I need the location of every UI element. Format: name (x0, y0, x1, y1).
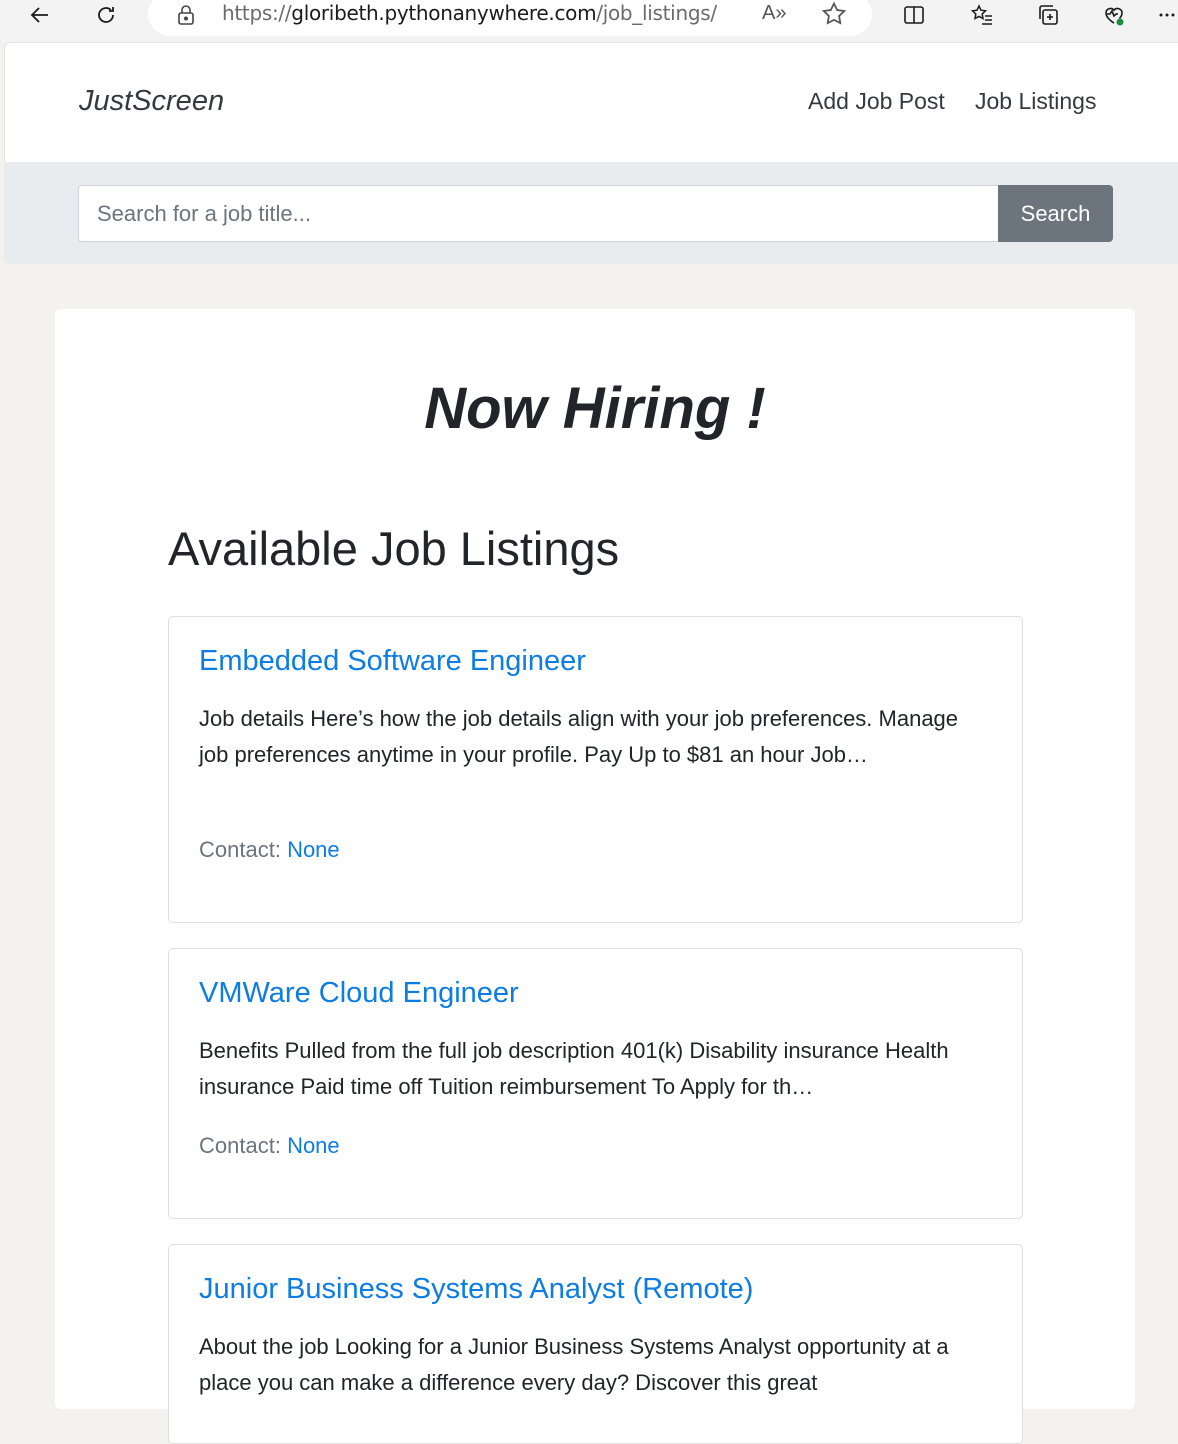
nav-job-listings[interactable]: Job Listings (975, 88, 1096, 115)
brand-logo[interactable]: JustScreen (79, 85, 224, 118)
collections-icon[interactable] (1028, 0, 1068, 30)
browser-essentials-icon[interactable] (1094, 0, 1134, 30)
job-card: VMWare Cloud Engineer Benefits Pulled fr… (168, 948, 1023, 1219)
hero-title: Now Hiring ! (424, 376, 766, 441)
search-input[interactable] (78, 185, 998, 242)
favorites-icon[interactable] (962, 0, 1002, 30)
navbar: JustScreen Add Job Post Job Listings (4, 42, 1178, 162)
lock-icon[interactable] (176, 4, 196, 26)
split-screen-icon[interactable] (894, 0, 934, 30)
search-button[interactable]: Search (998, 185, 1113, 242)
job-contact: Contact: None (199, 837, 340, 863)
job-description: About the job Looking for a Junior Busin… (199, 1334, 949, 1395)
read-aloud-icon[interactable]: A» (762, 2, 786, 25)
contact-link[interactable]: None (287, 837, 340, 862)
page: JustScreen Add Job Post Job Listings Sea… (4, 42, 1178, 1444)
job-contact: Contact: None (199, 1133, 340, 1159)
browser-toolbar: https://gloribeth.pythonanywhere.com/job… (0, 0, 1178, 42)
job-card: Junior Business Systems Analyst (Remote)… (168, 1244, 1023, 1444)
job-title-link[interactable]: Junior Business Systems Analyst (Remote) (199, 1273, 753, 1306)
search-bar: Search (4, 162, 1178, 264)
job-description: Benefits Pulled from the full job descri… (199, 1038, 949, 1099)
nav-add-job-post[interactable]: Add Job Post (808, 88, 945, 115)
url-text[interactable]: https://gloribeth.pythonanywhere.com/job… (222, 1, 717, 25)
section-title: Available Job Listings (168, 522, 620, 575)
back-icon[interactable] (20, 0, 60, 30)
contact-label: Contact: (199, 837, 281, 862)
address-bar[interactable]: https://gloribeth.pythonanywhere.com/job… (148, 0, 872, 36)
contact-label: Contact: (199, 1133, 281, 1158)
favorite-star-icon[interactable] (820, 0, 848, 28)
job-description: Job details Here’s how the job details a… (199, 706, 959, 767)
job-title-link[interactable]: VMWare Cloud Engineer (199, 977, 519, 1010)
more-menu-icon[interactable] (1152, 0, 1178, 30)
contact-link[interactable]: None (287, 1133, 340, 1158)
main-content-card: Now Hiring ! Available Job Listings Embe… (55, 309, 1135, 1444)
job-title-link[interactable]: Embedded Software Engineer (199, 645, 586, 678)
refresh-icon[interactable] (86, 0, 126, 30)
job-card: Embedded Software Engineer Job details H… (168, 616, 1023, 923)
